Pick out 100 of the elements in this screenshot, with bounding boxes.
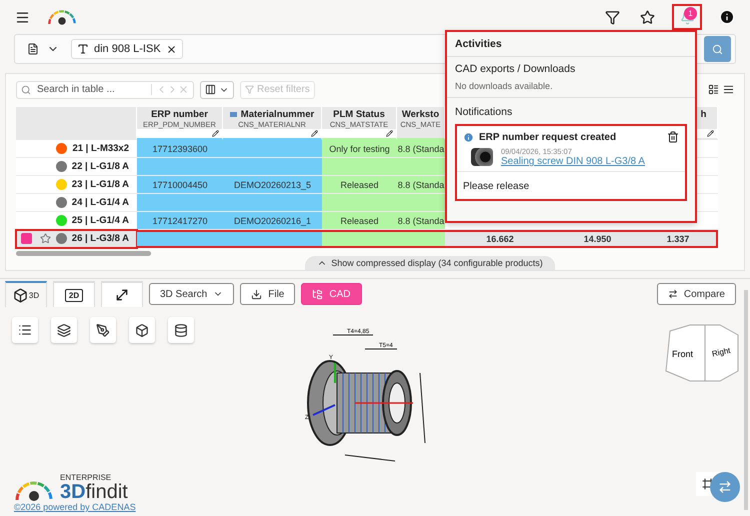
horizontal-scrollbar[interactable] [16, 251, 151, 256]
variant-label: 23 | L-G1/8 A [72, 179, 129, 190]
variant-label: 26 | L-G3/8 A [72, 233, 129, 244]
columns-button[interactable] [200, 80, 234, 98]
edition-label: ENTERPRISE [60, 473, 112, 482]
search-icon [21, 84, 31, 94]
list-view-icon[interactable] [708, 84, 719, 95]
table-cell: 17712393600 [137, 140, 223, 158]
row-label[interactable]: 25 | L-G1/4 A [16, 212, 137, 230]
table-cell: 16.662 [445, 230, 555, 248]
search-icon [712, 44, 723, 54]
toolbar-button[interactable]: 3D Search [149, 283, 234, 305]
compare-icon [668, 289, 678, 299]
columns-icon [205, 84, 216, 95]
column-title: Materialnummer [240, 109, 314, 120]
view-tab[interactable] [101, 281, 143, 307]
cube-face-label: Right [711, 346, 732, 359]
variant-label: 24 | L-G1/4 A [72, 197, 129, 208]
compressed-display-toggle[interactable]: Show compressed display (34 configurable products) [305, 256, 555, 270]
notification-message: Please release [463, 181, 530, 192]
section-icon [174, 322, 188, 338]
table-cell: 8.8 (Standa [397, 140, 445, 158]
brand-name: 3Dfindit [60, 482, 128, 502]
filter-icon [245, 85, 254, 94]
table-cell: DEMO20260216_1 [223, 212, 322, 230]
table-cell: DEMO20260213_5 [223, 176, 322, 194]
cad-icon [312, 288, 324, 300]
toolbar-button[interactable]: File [240, 283, 296, 305]
panel-title: Activities [455, 38, 503, 50]
view-tab[interactable]: 2D [53, 281, 95, 307]
cube-face-label: Front [672, 349, 694, 359]
table-cell: Only for testing [322, 140, 397, 158]
pen-icon [96, 322, 110, 338]
gauge-logo-icon [47, 8, 77, 26]
list-button[interactable] [12, 317, 38, 343]
collapse-icon [718, 480, 732, 494]
row-label[interactable]: 24 | L-G1/4 A [16, 194, 137, 212]
part-thumbnail [471, 148, 493, 166]
cube-icon [135, 322, 149, 338]
table-cell: 1.337 [640, 230, 718, 248]
variant-label: 22 | L-G1/8 A [72, 161, 129, 172]
search-input[interactable]: Search in table ... [35, 83, 125, 96]
column-filter-field[interactable] [322, 129, 396, 138]
view-button[interactable] [129, 317, 155, 343]
table-cell: Released [322, 212, 397, 230]
section-button[interactable] [168, 317, 194, 343]
table-cell [397, 230, 445, 248]
view-tab[interactable]: 3D [5, 281, 47, 307]
column-title: Werksto [402, 109, 440, 120]
pencil-icon [311, 130, 318, 137]
notification-badge: 1 [684, 7, 697, 20]
menu-icon [15, 10, 30, 24]
table-cell: 14.950 [555, 230, 640, 248]
table-cell: 17710004450 [137, 176, 223, 194]
variant-label: 21 | L-M33x2 [72, 143, 129, 154]
flag-icon [230, 112, 237, 117]
row-label[interactable]: 26 | L-G3/8 A [16, 230, 137, 248]
vertical-scrollbar[interactable] [744, 290, 748, 510]
star-icon[interactable] [40, 233, 51, 244]
dimension-icon [114, 287, 130, 303]
close-icon[interactable] [166, 44, 177, 54]
column-title: ERP number [151, 109, 208, 120]
search-chip[interactable]: din 908 L-ISK [71, 39, 183, 59]
variant-label: 25 | L-G1/4 A [72, 215, 129, 226]
measure-button[interactable] [90, 317, 116, 343]
part-link[interactable]: Sealing screw DIN 908 L-G3/8 A [501, 156, 645, 167]
gauge-logo-icon [14, 480, 54, 502]
info-icon [719, 9, 735, 25]
column-title: PLM Status [333, 109, 385, 120]
search-term: din 908 L-ISK [94, 43, 161, 55]
delete-icon[interactable] [667, 131, 679, 143]
layers-button[interactable] [51, 317, 77, 343]
row-label[interactable]: 21 | L-M33x2 [16, 140, 137, 158]
layers-icon [57, 322, 71, 338]
table-cell: 8.8 (Standa [397, 212, 445, 230]
table-cell: 17712417270 [137, 212, 223, 230]
document-icon [27, 43, 39, 55]
section-heading: Notifications [455, 106, 514, 118]
column-filter-field[interactable] [137, 129, 222, 138]
filter-icon [605, 10, 620, 24]
table-cell: Released [322, 176, 397, 194]
text-icon [77, 43, 89, 55]
search-button[interactable] [704, 36, 731, 62]
pencil-icon [707, 130, 714, 137]
download-icon [251, 288, 262, 300]
compare-button[interactable]: Compare [656, 283, 736, 305]
pencil-icon [386, 130, 393, 137]
row-label[interactable]: 23 | L-G1/8 A [16, 176, 137, 194]
table-cell: 8.8 (Standa [397, 176, 445, 194]
table-search-field[interactable]: Search in table ... [16, 80, 194, 98]
row-label[interactable]: 22 | L-G1/8 A [16, 158, 137, 176]
column-title: h [700, 109, 706, 120]
view-cube-icon [666, 324, 738, 382]
copyright-link[interactable]: ©2026 powered by CADENAS [14, 502, 136, 512]
section-heading: CAD exports / Downloads [455, 63, 576, 75]
pencil-icon [212, 130, 219, 137]
star-icon [640, 10, 655, 24]
compact-view-icon[interactable] [723, 84, 734, 95]
empty-message: No downloads available. [455, 81, 554, 91]
info-icon [463, 132, 474, 142]
